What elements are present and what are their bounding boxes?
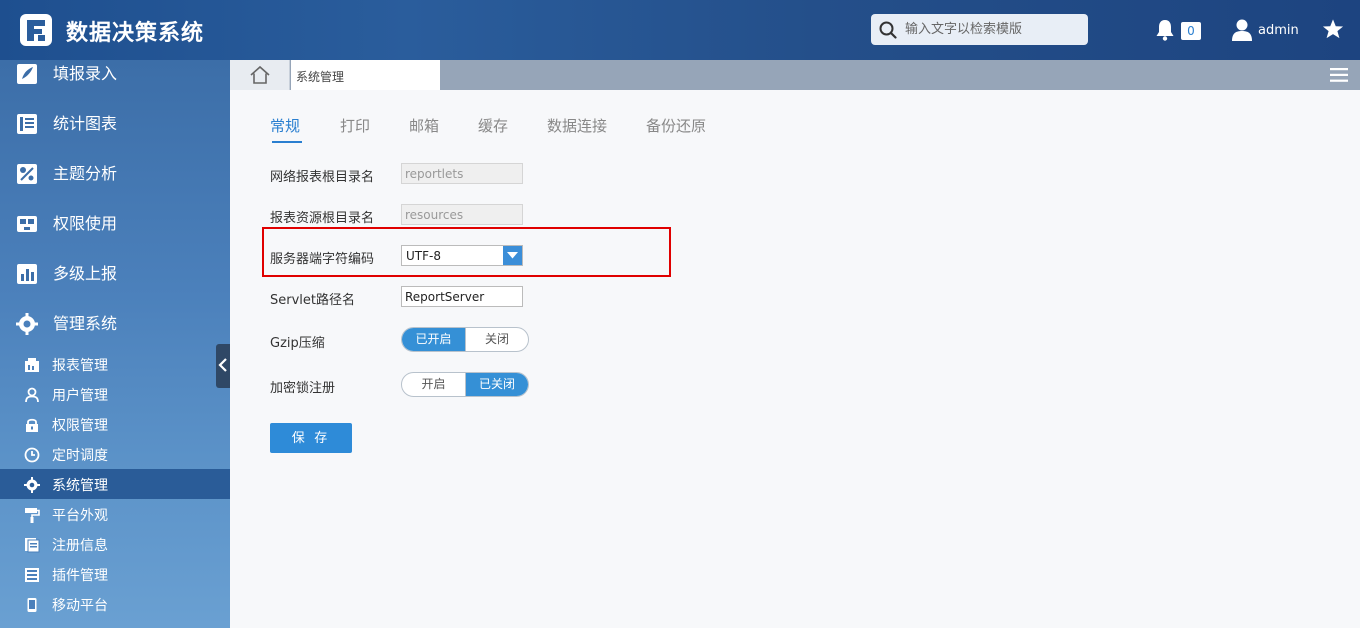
sidebar-subitem-label: 定时调度: [52, 448, 108, 464]
sidebar-subitem-label: 用户管理: [52, 388, 108, 404]
sidebar-item-management-system[interactable]: 管理系统: [0, 305, 230, 345]
sidebar-subitem-label: 系统管理: [52, 478, 108, 494]
lock-icon: [26, 418, 38, 432]
gzip-toggle[interactable]: 已开启 关闭: [401, 327, 529, 352]
encoding-select[interactable]: UTF-8: [401, 245, 523, 266]
plugin-icon: [25, 568, 39, 582]
encoding-label: 服务器端字符编码: [270, 252, 375, 267]
search-input[interactable]: [905, 20, 1080, 39]
permission-icon: [17, 216, 37, 232]
gzip-label: Gzip压缩: [270, 336, 325, 351]
home-tab[interactable]: [230, 60, 290, 90]
tab-cache[interactable]: 缓存: [478, 115, 508, 136]
servlet-label: Servlet路径名: [270, 293, 355, 308]
root-dir-label: 网络报表根目录名: [270, 170, 375, 185]
user-icon: [25, 387, 39, 403]
resource-dir-label: 报表资源根目录名: [270, 211, 375, 226]
paint-roller-icon: [25, 508, 40, 523]
sidebar-subitem-user-management[interactable]: 用户管理: [0, 379, 230, 409]
chevron-down-icon: [507, 252, 518, 259]
star-icon[interactable]: [1322, 18, 1344, 40]
app-title: 数据决策系统: [66, 21, 205, 46]
sidebar-item-label: 管理系统: [53, 314, 118, 333]
main-content: 常规 打印 邮箱 缓存 数据连接 备份还原 网络报表根目录名 报表资源根目录名 …: [230, 90, 1360, 628]
lock-on-option[interactable]: 开启: [402, 373, 465, 396]
sidebar-subitem-label: 报表管理: [52, 358, 108, 374]
app-logo-icon: [20, 14, 52, 46]
gzip-on-option[interactable]: 已开启: [402, 328, 465, 351]
home-icon[interactable]: [249, 65, 271, 85]
tab-general[interactable]: 常规: [270, 115, 300, 136]
active-tab-underline: [272, 141, 302, 143]
sidebar-subitem-permission-management[interactable]: 权限管理: [0, 409, 230, 439]
tab-print[interactable]: 打印: [340, 115, 370, 136]
sidebar-subitem-system-management[interactable]: 系统管理: [0, 469, 230, 499]
sidebar-subitem-label: 移动平台: [52, 598, 108, 614]
sidebar-subitem-scheduling[interactable]: 定时调度: [0, 439, 230, 469]
sidebar-subitem-label: 平台外观: [52, 508, 108, 524]
search-icon[interactable]: [879, 21, 897, 39]
book-icon: [17, 114, 37, 134]
bell-icon[interactable]: [1153, 18, 1177, 42]
menu-icon[interactable]: [1330, 67, 1348, 83]
encryption-lock-toggle[interactable]: 开启 已关闭: [401, 372, 529, 397]
sidebar-item-label: 填报录入: [53, 64, 118, 83]
gear-icon: [24, 477, 40, 493]
register-icon: [25, 538, 40, 553]
tab-data-connection[interactable]: 数据连接: [547, 115, 607, 136]
save-button[interactable]: 保 存: [270, 423, 352, 453]
mobile-icon: [27, 598, 37, 612]
sidebar-subitem-label: 权限管理: [52, 418, 108, 434]
servlet-path-field[interactable]: [401, 286, 523, 307]
chevron-left-icon[interactable]: [218, 358, 228, 372]
tab-backup-restore[interactable]: 备份还原: [646, 115, 706, 136]
encoding-selected-value: UTF-8: [406, 249, 441, 263]
sidebar-subitem-registration-info[interactable]: 注册信息: [0, 529, 230, 559]
sidebar-collapse-handle[interactable]: [216, 344, 230, 388]
tab-mailbox[interactable]: 邮箱: [409, 115, 439, 136]
sidebar-item-multi-level-report[interactable]: 多级上报: [0, 255, 230, 295]
sidebar-item-label: 主题分析: [53, 164, 118, 183]
sidebar-subitem-mobile-platform[interactable]: 移动平台: [0, 589, 230, 619]
resource-dir-field: [401, 204, 523, 225]
sidebar-subitem-plugin-management[interactable]: 插件管理: [0, 559, 230, 589]
analysis-icon: [17, 164, 37, 184]
sidebar-subitem-report-management[interactable]: 报表管理: [0, 349, 230, 379]
sidebar-subitem-label: 插件管理: [52, 568, 108, 584]
root-dir-field: [401, 163, 523, 184]
encoding-dropdown-button[interactable]: [503, 246, 522, 265]
sidebar-item-label: 多级上报: [53, 264, 118, 283]
report-icon: [25, 358, 39, 372]
bar-chart-icon: [17, 264, 37, 284]
gzip-off-option[interactable]: 关闭: [465, 328, 528, 351]
sidebar-subitem-label: 注册信息: [52, 538, 108, 554]
pen-icon: [17, 64, 37, 84]
clock-icon: [24, 447, 40, 463]
sidebar-item-permission-use[interactable]: 权限使用: [0, 205, 230, 245]
sidebar-item-label: 权限使用: [53, 214, 118, 233]
sidebar-item-charts[interactable]: 统计图表: [0, 105, 230, 145]
top-header: 数据决策系统 0 admin: [0, 0, 1360, 60]
lock-off-option[interactable]: 已关闭: [465, 373, 528, 396]
sidebar-item-topic-analysis[interactable]: 主题分析: [0, 155, 230, 195]
template-search-box[interactable]: [871, 14, 1088, 45]
notification-count-badge[interactable]: 0: [1181, 22, 1201, 40]
gear-icon: [16, 313, 38, 335]
user-icon[interactable]: [1232, 19, 1252, 41]
tab-system-management[interactable]: 系统管理: [291, 60, 440, 90]
encryption-lock-label: 加密锁注册: [270, 381, 336, 396]
sidebar-item-fill-entry[interactable]: 填报录入: [0, 60, 230, 95]
username-label[interactable]: admin: [1258, 23, 1299, 38]
page-tab-bar: 系统管理: [230, 60, 1360, 90]
sidebar-item-label: 统计图表: [53, 114, 118, 133]
sidebar: 填报录入 统计图表 主题分析 权限使用 多级上报 管理系统 报表管理 用户管理 …: [0, 60, 230, 628]
sidebar-subitem-platform-appearance[interactable]: 平台外观: [0, 499, 230, 529]
